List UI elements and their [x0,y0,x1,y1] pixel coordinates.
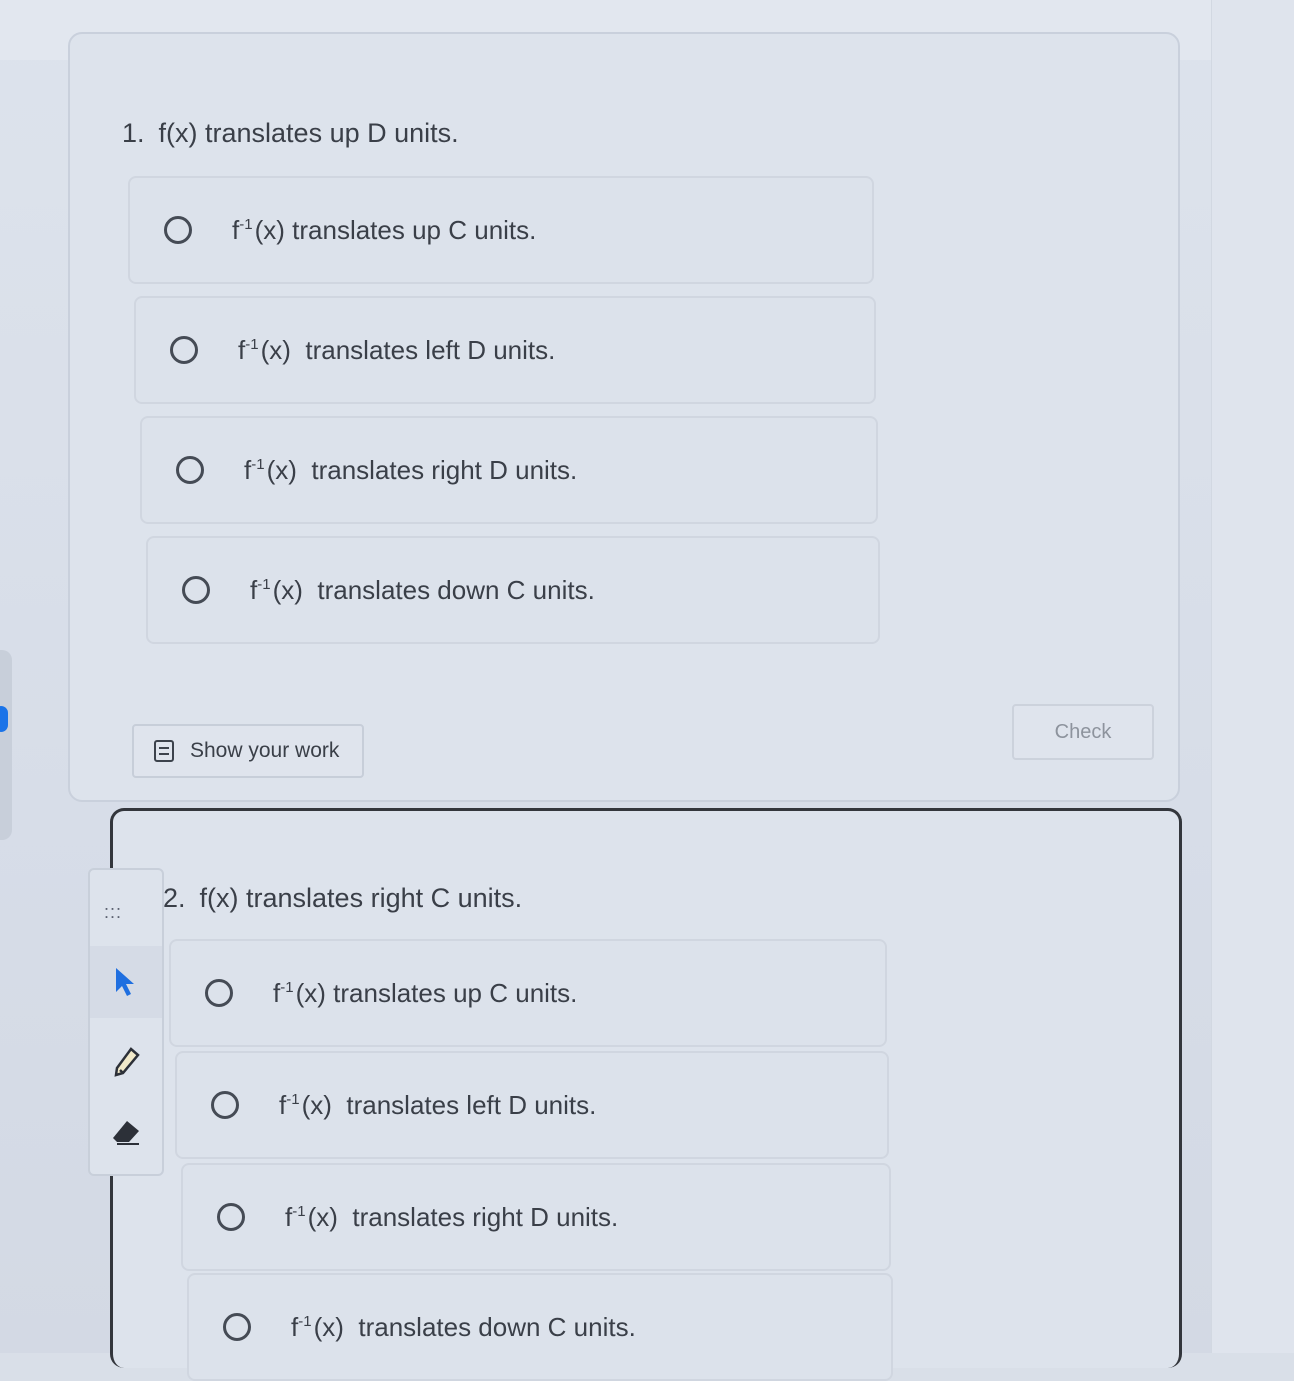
answer-option[interactable]: f-1(x) translates right D units. [140,416,878,524]
option-label: f-1(x) translates up C units. [273,977,578,1008]
radio-button[interactable] [182,576,210,604]
option-label: f-1(x) translates down C units. [291,1311,636,1342]
option-label: f-1(x) translates up C units. [232,214,537,245]
question-prompt: f(x) translates right C units. [199,883,523,913]
question-number: 2. [163,883,186,913]
notes-icon [154,740,174,762]
question-card-1: 1. f(x) translates up D units. f-1(x) tra… [68,32,1180,802]
option-label: f-1(x) translates left D units. [279,1089,597,1120]
answer-option[interactable]: f-1(x) translates up C units. [169,939,887,1047]
radio-button[interactable] [176,456,204,484]
answer-option[interactable]: f-1(x) translates down C units. [187,1273,893,1381]
radio-button[interactable] [211,1091,239,1119]
left-side-tab[interactable] [0,650,12,840]
pointer-tool-button[interactable] [90,946,162,1018]
radio-button[interactable] [205,979,233,1007]
answer-option[interactable]: f-1(x) translates left D units. [134,296,876,404]
question-prompt: f(x) translates up D units. [158,118,459,148]
answer-option[interactable]: f-1(x) translates left D units. [175,1051,889,1159]
radio-button[interactable] [223,1313,251,1341]
screen-background: 1. f(x) translates up D units. f-1(x) tra… [0,0,1294,1381]
eraser-icon [113,1121,139,1145]
question-card-2: 2. f(x) translates right C units. f-1(x) … [110,808,1182,1381]
show-your-work-label: Show your work [190,739,340,762]
answer-option[interactable]: f-1(x) translates down C units. [146,536,880,644]
left-side-indicator [0,706,8,732]
pencil-icon [114,1047,140,1077]
radio-button[interactable] [170,336,198,364]
check-button[interactable]: Check [1012,704,1154,760]
pointer-icon [116,968,134,996]
question-2-title: 2. f(x) translates right C units. [163,883,522,914]
option-label: f-1(x) translates left D units. [238,334,556,365]
drag-handle-icon[interactable]: ::: [104,902,122,923]
option-label: f-1(x) translates down C units. [250,574,595,605]
answer-option[interactable]: f-1(x) translates right D units. [181,1163,891,1271]
drawing-tool-panel: ::: [88,868,164,1176]
eraser-tool-button[interactable] [90,1096,162,1168]
answer-option[interactable]: f-1(x) translates up C units. [128,176,874,284]
question-1-title: 1. f(x) translates up D units. [122,118,459,149]
show-your-work-button[interactable]: Show your work [132,724,364,778]
radio-button[interactable] [217,1203,245,1231]
right-margin [1211,0,1294,1353]
option-label: f-1(x) translates right D units. [285,1201,619,1232]
radio-button[interactable] [164,216,192,244]
pencil-tool-button[interactable] [90,1026,162,1098]
option-label: f-1(x) translates right D units. [244,454,578,485]
question-number: 1. [122,118,145,148]
